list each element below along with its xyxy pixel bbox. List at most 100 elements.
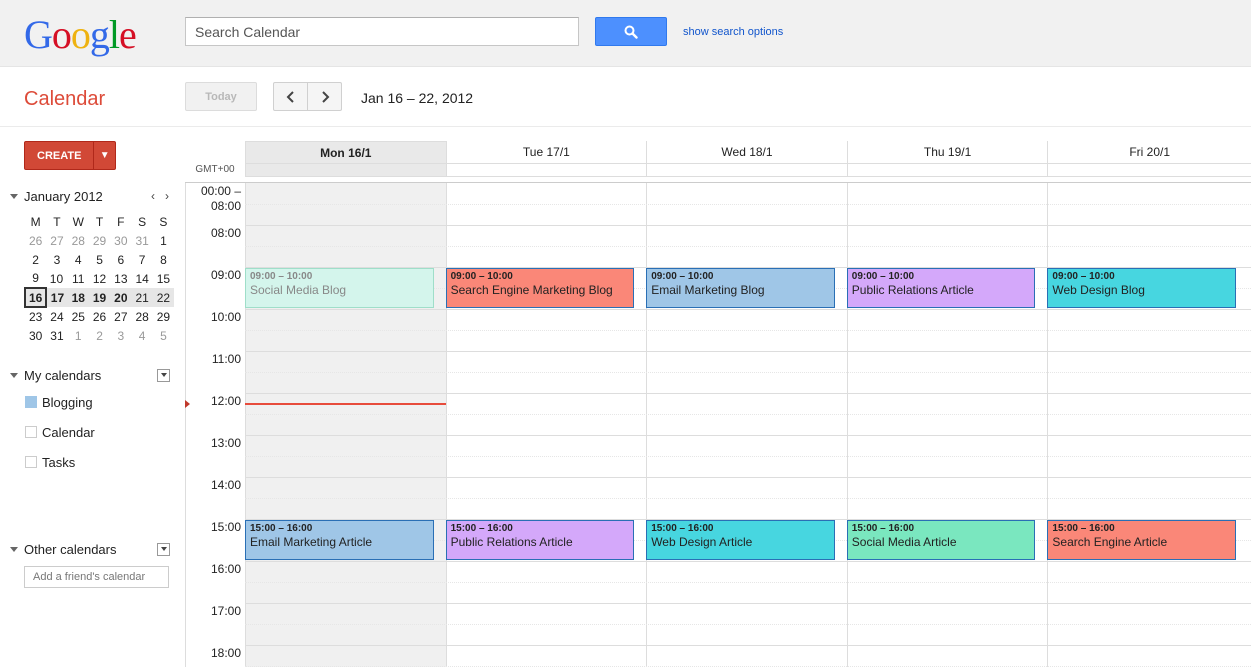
mini-calendar-day[interactable]: 28 xyxy=(131,307,152,326)
my-calendar-item-blogging[interactable]: Blogging xyxy=(25,394,93,410)
mini-calendar-dow: T xyxy=(53,214,61,229)
mini-calendar-day[interactable]: 4 xyxy=(131,326,152,345)
google-logo[interactable]: Google xyxy=(24,12,137,58)
mini-calendar-day[interactable]: 17 xyxy=(46,288,68,307)
mini-calendar-day[interactable]: 29 xyxy=(89,231,110,250)
mini-calendar-day[interactable]: 24 xyxy=(46,307,67,326)
mini-calendar-day[interactable]: 26 xyxy=(25,231,46,250)
mini-calendar-day[interactable]: 31 xyxy=(131,231,152,250)
mini-prev-month-icon[interactable]: ‹ xyxy=(151,189,155,203)
my-calendar-item-tasks[interactable]: Tasks xyxy=(25,454,75,470)
mini-calendar-day[interactable]: 22 xyxy=(152,288,175,307)
mini-calendar-day[interactable]: 9 xyxy=(25,269,46,288)
event-block[interactable]: 09:00 – 10:00 Web Design Blog xyxy=(1047,268,1236,308)
mini-calendar-day[interactable]: 3 xyxy=(46,250,67,269)
other-calendars-title[interactable]: Other calendars xyxy=(24,542,157,557)
hour-label: 11:00 xyxy=(211,352,241,366)
mini-calendar-day[interactable]: 4 xyxy=(68,250,89,269)
mini-calendar-day[interactable]: 14 xyxy=(131,269,152,288)
all-day-cell[interactable] xyxy=(445,163,647,177)
calendar-color-swatch[interactable] xyxy=(25,426,37,438)
day-column[interactable] xyxy=(445,183,647,667)
hour-label: 14:00 xyxy=(210,478,241,492)
calendar-color-swatch[interactable] xyxy=(25,456,37,468)
day-column[interactable] xyxy=(245,183,446,667)
mini-calendar-day[interactable]: 27 xyxy=(110,307,131,326)
mini-calendar-day[interactable]: 5 xyxy=(89,250,110,269)
mini-calendar-day[interactable]: 5 xyxy=(153,326,174,345)
event-block[interactable]: 09:00 – 10:00 Search Engine Marketing Blo… xyxy=(445,268,635,308)
mini-calendar-day[interactable]: 25 xyxy=(68,307,89,326)
search-button[interactable] xyxy=(595,17,667,46)
mini-calendar-title[interactable]: January 2012 xyxy=(24,189,151,204)
mini-calendar-day[interactable]: 28 xyxy=(68,231,89,250)
all-day-cell[interactable] xyxy=(646,163,847,177)
mini-calendar-day[interactable]: 30 xyxy=(25,326,46,345)
mini-calendar-day[interactable]: 2 xyxy=(89,326,110,345)
mini-calendar-day[interactable]: 1 xyxy=(153,231,174,250)
mini-calendar-day[interactable]: 30 xyxy=(110,231,131,250)
mini-calendar-day[interactable]: 1 xyxy=(68,326,89,345)
previous-week-button[interactable] xyxy=(273,82,308,111)
day-header-4[interactable]: Fri 20/1 xyxy=(1047,141,1251,163)
mini-calendar-day[interactable]: 18 xyxy=(67,288,89,307)
search-input[interactable] xyxy=(185,17,579,46)
my-calendar-item-calendar[interactable]: Calendar xyxy=(25,424,95,440)
day-header-1[interactable]: Tue 17/1 xyxy=(445,141,647,163)
mini-calendar-day[interactable]: 23 xyxy=(25,307,46,326)
event-block[interactable]: 15:00 – 16:00 Social Media Article xyxy=(846,520,1036,560)
mini-calendar-day[interactable]: 29 xyxy=(153,307,174,326)
collapse-triangle-icon[interactable] xyxy=(10,546,18,552)
my-calendars-dropdown-icon[interactable] xyxy=(157,368,170,382)
mini-calendar-day[interactable]: 21 xyxy=(131,288,153,307)
all-day-cell[interactable] xyxy=(846,163,1048,177)
calendar-color-swatch[interactable] xyxy=(25,396,37,408)
day-header-3[interactable]: Thu 19/1 xyxy=(846,141,1048,163)
mini-calendar-today[interactable]: 16 xyxy=(23,287,48,308)
event-block[interactable]: 15:00 – 16:00 Public Relations Article xyxy=(445,520,635,560)
my-calendars-title[interactable]: My calendars xyxy=(24,368,157,383)
all-day-cell[interactable] xyxy=(1047,163,1251,177)
day-column[interactable] xyxy=(646,183,847,667)
mini-calendar-day[interactable]: 31 xyxy=(46,326,67,345)
day-header-2[interactable]: Wed 18/1 xyxy=(646,141,847,163)
week-grid-body[interactable]: 00:00 – 08:00 08:00 09:00 10:00 11:00 12:00 13… xyxy=(185,182,1251,667)
mini-calendar-dow: W xyxy=(72,214,84,229)
mini-calendar-day[interactable]: 8 xyxy=(153,250,174,269)
other-calendars-dropdown-icon[interactable] xyxy=(157,542,170,556)
mini-calendar-day[interactable]: 11 xyxy=(68,269,89,288)
hour-label: 00:00 – 08:00 xyxy=(200,184,241,213)
event-block[interactable]: 15:00 – 16:00 Search Engine Article xyxy=(1047,520,1236,560)
mini-calendar-day[interactable]: 2 xyxy=(25,250,46,269)
collapse-triangle-icon[interactable] xyxy=(10,372,18,378)
mini-calendar-day[interactable]: 6 xyxy=(110,250,131,269)
mini-calendar-day[interactable]: 19 xyxy=(88,288,111,307)
create-button[interactable]: CREATE ▼ xyxy=(24,141,116,170)
mini-calendar-day[interactable]: 12 xyxy=(89,269,110,288)
mini-calendar-day[interactable]: 3 xyxy=(110,326,131,345)
add-friend-calendar-input[interactable] xyxy=(24,566,169,588)
today-button[interactable]: Today xyxy=(185,82,257,111)
mini-calendar-day[interactable]: 20 xyxy=(110,288,132,307)
event-block[interactable]: 09:00 – 10:00 Social Media Blog xyxy=(245,268,434,308)
mini-calendar-day[interactable]: 13 xyxy=(110,269,131,288)
day-column[interactable] xyxy=(1047,183,1251,667)
mini-calendar-day[interactable]: 15 xyxy=(153,269,174,288)
event-block[interactable]: 15:00 – 16:00 Email Marketing Article xyxy=(245,520,434,560)
mini-calendar-day[interactable]: 26 xyxy=(89,307,110,326)
all-day-cell[interactable] xyxy=(245,163,446,177)
mini-calendar-day[interactable]: 10 xyxy=(46,269,67,288)
event-block[interactable]: 15:00 – 16:00 Web Design Article xyxy=(646,520,835,560)
show-search-options-link[interactable]: show search options xyxy=(683,26,783,38)
mini-next-month-icon[interactable]: › xyxy=(165,189,169,203)
create-dropdown-icon[interactable]: ▼ xyxy=(93,142,115,169)
collapse-triangle-icon[interactable] xyxy=(10,193,18,199)
app-title[interactable]: Calendar xyxy=(24,88,105,111)
mini-calendar-day[interactable]: 27 xyxy=(46,231,67,250)
event-block[interactable]: 09:00 – 10:00 Email Marketing Blog xyxy=(646,268,835,308)
mini-calendar-day[interactable]: 7 xyxy=(131,250,152,269)
day-column[interactable] xyxy=(846,183,1048,667)
day-header-0[interactable]: Mon 16/1 xyxy=(245,141,446,163)
event-block[interactable]: 09:00 – 10:00 Public Relations Article xyxy=(846,268,1036,308)
next-week-button[interactable] xyxy=(307,82,342,111)
